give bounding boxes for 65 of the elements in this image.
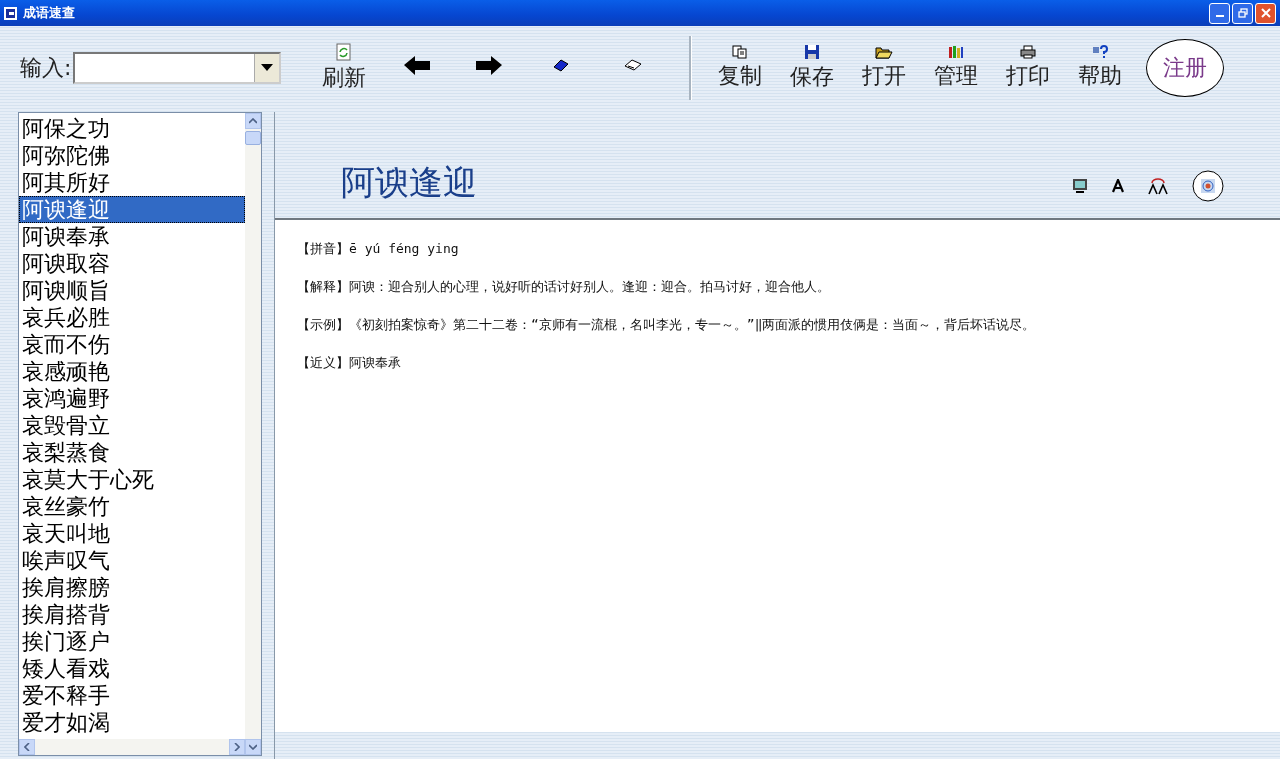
input-combobox[interactable] bbox=[73, 52, 282, 84]
idiom-list-item[interactable]: 哀毁骨立 bbox=[19, 412, 245, 439]
idiom-list-item[interactable]: 爱不释手 bbox=[19, 682, 245, 709]
open-button[interactable]: 打开 bbox=[852, 45, 917, 91]
idiom-list-item[interactable]: 矮人看戏 bbox=[19, 655, 245, 682]
app-icon bbox=[4, 6, 17, 20]
idiom-list-item[interactable]: 哀天叫地 bbox=[19, 520, 245, 547]
vertical-scrollbar[interactable] bbox=[245, 113, 261, 739]
horizontal-scrollbar[interactable] bbox=[19, 739, 261, 755]
idiom-list-item[interactable]: 爱才如渴 bbox=[19, 709, 245, 736]
scroll-up-button[interactable] bbox=[245, 113, 261, 129]
restore-icon bbox=[1237, 8, 1248, 18]
manage-button[interactable]: 管理 bbox=[924, 45, 989, 91]
copy-button[interactable]: 复制 bbox=[708, 45, 773, 91]
printer-icon bbox=[1020, 45, 1037, 59]
definition-text: 【示例】《初刻拍案惊奇》第二十二卷：“京师有一流棍，名叫李光，专一～。”‖两面派的惯用伎俩是：当面～，背后坏话说尽。 bbox=[297, 316, 1037, 334]
documents-icon bbox=[732, 45, 749, 59]
scroll-down-button[interactable] bbox=[245, 739, 261, 755]
register-button[interactable]: 注册 bbox=[1146, 39, 1225, 97]
help-button[interactable]: 帮助 bbox=[1068, 45, 1133, 91]
folder-icon bbox=[875, 45, 894, 59]
definition-text: 【解释】阿谀：迎合别人的心理，说好听的话讨好别人。逢迎：迎合。拍马讨好，迎合他人。 bbox=[297, 278, 831, 296]
left-arrow-icon[interactable] bbox=[403, 54, 432, 76]
idiom-list-item[interactable]: 哀而不伤 bbox=[19, 331, 245, 358]
idiom-list-item[interactable]: 阿保之功 bbox=[19, 115, 245, 142]
target-icon[interactable] bbox=[1192, 170, 1224, 202]
idiom-list-item[interactable]: 阿弥陀佛 bbox=[19, 142, 245, 169]
idiom-list-item[interactable]: 挨肩擦膀 bbox=[19, 574, 245, 601]
font-icon[interactable] bbox=[1112, 179, 1124, 193]
idiom-list-item[interactable]: 阿谀取容 bbox=[19, 250, 245, 277]
definition-text: 【拼音】ē yú féng ying bbox=[297, 240, 460, 258]
refresh-button[interactable]: 刷新 bbox=[315, 43, 374, 93]
books-icon bbox=[948, 45, 965, 59]
idiom-list-item[interactable]: 阿谀奉承 bbox=[19, 223, 245, 250]
font-swap-icon[interactable] bbox=[1148, 177, 1168, 195]
idiom-title: 阿谀逢迎 bbox=[341, 161, 477, 204]
restore-button[interactable] bbox=[1232, 2, 1253, 24]
close-icon bbox=[1260, 8, 1271, 18]
definition-text: 【近义】阿谀奉承 bbox=[297, 354, 402, 372]
refresh-icon bbox=[336, 43, 353, 61]
save-button[interactable]: 保存 bbox=[780, 44, 845, 92]
monitor-icon[interactable] bbox=[1072, 178, 1088, 194]
print-button[interactable]: 打印 bbox=[996, 45, 1061, 91]
minimize-button[interactable] bbox=[1209, 2, 1230, 24]
scroll-thumb[interactable] bbox=[245, 131, 261, 145]
idiom-list-item[interactable]: 哀莫大于心死 bbox=[19, 466, 245, 493]
idiom-list-item[interactable]: 哀梨蒸食 bbox=[19, 439, 245, 466]
idiom-list-item[interactable]: 阿谀逢迎 bbox=[19, 196, 245, 223]
question-mark-icon bbox=[1092, 45, 1109, 59]
idiom-list-item[interactable]: 哀鸿遍野 bbox=[19, 385, 245, 412]
minimize-icon bbox=[1215, 15, 1224, 17]
idiom-list-item[interactable]: 挨门逐户 bbox=[19, 628, 245, 655]
idiom-list-item[interactable]: 阿其所好 bbox=[19, 169, 245, 196]
idiom-list-item[interactable]: 唉声叹气 bbox=[19, 547, 245, 574]
idiom-list-item[interactable]: 哀感顽艳 bbox=[19, 358, 245, 385]
scroll-right-button[interactable] bbox=[229, 739, 245, 755]
idiom-list-item[interactable]: 哀兵必胜 bbox=[19, 304, 245, 331]
idiom-list-item[interactable]: 挨肩搭背 bbox=[19, 601, 245, 628]
close-button[interactable] bbox=[1255, 2, 1276, 24]
idiom-list-item[interactable]: 哀丝豪竹 bbox=[19, 493, 245, 520]
window-title: 成语速查 bbox=[23, 4, 75, 22]
scroll-left-button[interactable] bbox=[19, 739, 35, 755]
input-label: 输入: bbox=[20, 54, 72, 82]
right-arrow-icon[interactable] bbox=[475, 54, 504, 76]
idiom-list-item[interactable]: 阿谀顺旨 bbox=[19, 277, 245, 304]
